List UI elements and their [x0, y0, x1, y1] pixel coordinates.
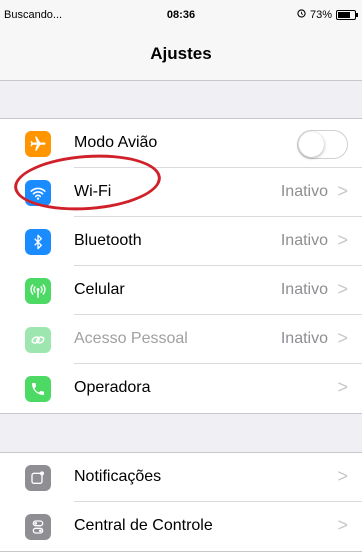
settings-row-label: Notificações [74, 468, 162, 485]
page-title: Ajustes [150, 44, 212, 63]
battery-percent: 73% [309, 9, 332, 21]
settings-group-system: Notificações > Central de Controle > [0, 452, 362, 552]
chevron-right-icon: > [337, 515, 348, 535]
settings-row-label: Celular [74, 281, 125, 298]
settings-row-value: Inativo [280, 281, 328, 298]
settings-row-personal-hotspot[interactable]: Acesso Pessoal Inativo > [0, 315, 362, 364]
chevron-right-icon: > [337, 279, 348, 299]
wifi-icon [25, 180, 51, 206]
settings-row-value: Inativo [280, 232, 328, 249]
chevron-right-icon: > [337, 328, 348, 348]
settings-row-bluetooth[interactable]: Bluetooth Inativo > [0, 217, 362, 266]
status-bar: Buscando... 08:36 73% [0, 0, 362, 32]
status-right: 73% [297, 9, 358, 21]
navigation-bar: Ajustes [0, 32, 362, 81]
cellular-icon [25, 278, 51, 304]
settings-row-wifi[interactable]: Wi-Fi Inativo > [0, 168, 362, 217]
settings-row-label: Wi-Fi [74, 183, 112, 200]
control-center-icon [25, 514, 51, 540]
chevron-right-icon: > [337, 181, 348, 201]
airplane-mode-toggle[interactable] [297, 130, 348, 159]
bluetooth-icon [25, 229, 51, 255]
settings-row-label: Bluetooth [74, 232, 142, 249]
settings-row-cellular[interactable]: Celular Inativo > [0, 266, 362, 315]
notifications-icon [25, 465, 51, 491]
settings-row-value: Inativo [280, 330, 328, 347]
alarm-icon [297, 9, 306, 21]
chevron-right-icon: > [337, 377, 348, 397]
toggle-knob [299, 132, 324, 157]
personal-hotspot-icon [25, 327, 51, 353]
settings-row-label: Central de Controle [74, 517, 213, 534]
settings-row-airplane-mode: Modo Avião [0, 119, 362, 168]
chevron-right-icon: > [337, 466, 348, 486]
battery-icon [336, 10, 358, 20]
settings-group-connectivity: Modo Avião Wi-Fi Inativo > Bluetooth Ina… [0, 118, 362, 414]
settings-row-carrier[interactable]: Operadora > [0, 364, 362, 413]
settings-row-label: Operadora [74, 379, 151, 396]
airplane-icon [25, 131, 51, 157]
settings-row-label: Modo Avião [74, 134, 158, 151]
settings-row-label: Acesso Pessoal [74, 330, 188, 347]
settings-row-value: Inativo [280, 183, 328, 200]
settings-row-notifications[interactable]: Notificações > [0, 453, 362, 502]
chevron-right-icon: > [337, 230, 348, 250]
settings-row-control-center[interactable]: Central de Controle > [0, 502, 362, 551]
phone-icon [25, 376, 51, 402]
